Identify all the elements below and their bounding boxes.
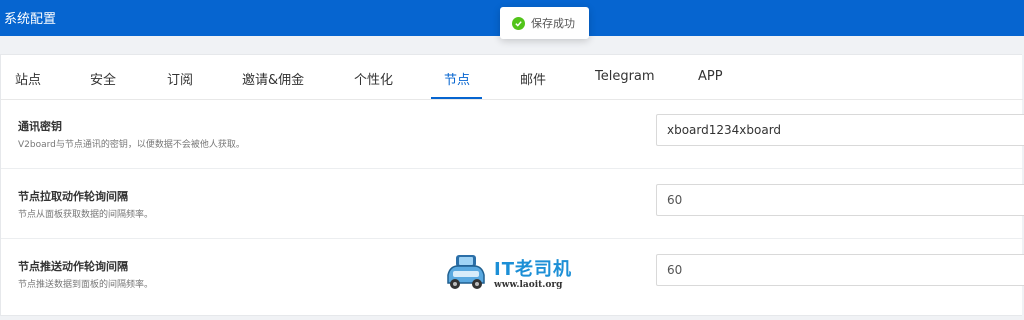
- setting-row-pull-interval: 节点拉取动作轮询间隔 节点从面板获取数据的间隔频率。: [1, 169, 1024, 239]
- page-title: 系统配置: [4, 12, 57, 27]
- car-icon: [444, 253, 488, 297]
- tab-nodes[interactable]: 节点: [444, 69, 470, 88]
- tab-site[interactable]: 站点: [15, 69, 41, 88]
- watermark-title: IT老司机: [494, 259, 572, 280]
- setting-row-comm-key: 通讯密钥 V2board与节点通讯的密钥，以便数据不会被他人获取。: [1, 99, 1024, 169]
- setting-label: 节点推送动作轮询间隔: [18, 260, 128, 273]
- setting-label: 节点拉取动作轮询间隔: [18, 190, 128, 203]
- watermark-logo: IT老司机 www.laoit.org: [444, 252, 584, 298]
- success-toast: 保存成功: [500, 7, 589, 39]
- settings-tabs: 站点 安全 订阅 邀请&佣金 个性化 节点 邮件 Telegram APP: [1, 55, 1023, 100]
- tab-email[interactable]: 邮件: [520, 69, 546, 88]
- watermark-url: www.laoit.org: [494, 280, 563, 290]
- pull-interval-input[interactable]: [656, 184, 1024, 216]
- tab-security[interactable]: 安全: [90, 69, 116, 88]
- tab-personalization[interactable]: 个性化: [354, 69, 393, 88]
- toast-message: 保存成功: [531, 17, 575, 30]
- setting-label: 通讯密钥: [18, 120, 62, 133]
- check-circle-icon: [512, 16, 525, 30]
- setting-description: 节点推送数据到面板的间隔频率。: [18, 280, 154, 290]
- tab-app[interactable]: APP: [698, 69, 723, 84]
- setting-description: 节点从面板获取数据的间隔频率。: [18, 210, 154, 220]
- push-interval-input[interactable]: [656, 254, 1024, 286]
- tab-telegram[interactable]: Telegram: [595, 69, 655, 84]
- comm-key-input[interactable]: [656, 114, 1024, 146]
- tab-invite-commission[interactable]: 邀请&佣金: [242, 69, 304, 88]
- setting-description: V2board与节点通讯的密钥，以便数据不会被他人获取。: [18, 140, 245, 150]
- tab-subscription[interactable]: 订阅: [167, 69, 193, 88]
